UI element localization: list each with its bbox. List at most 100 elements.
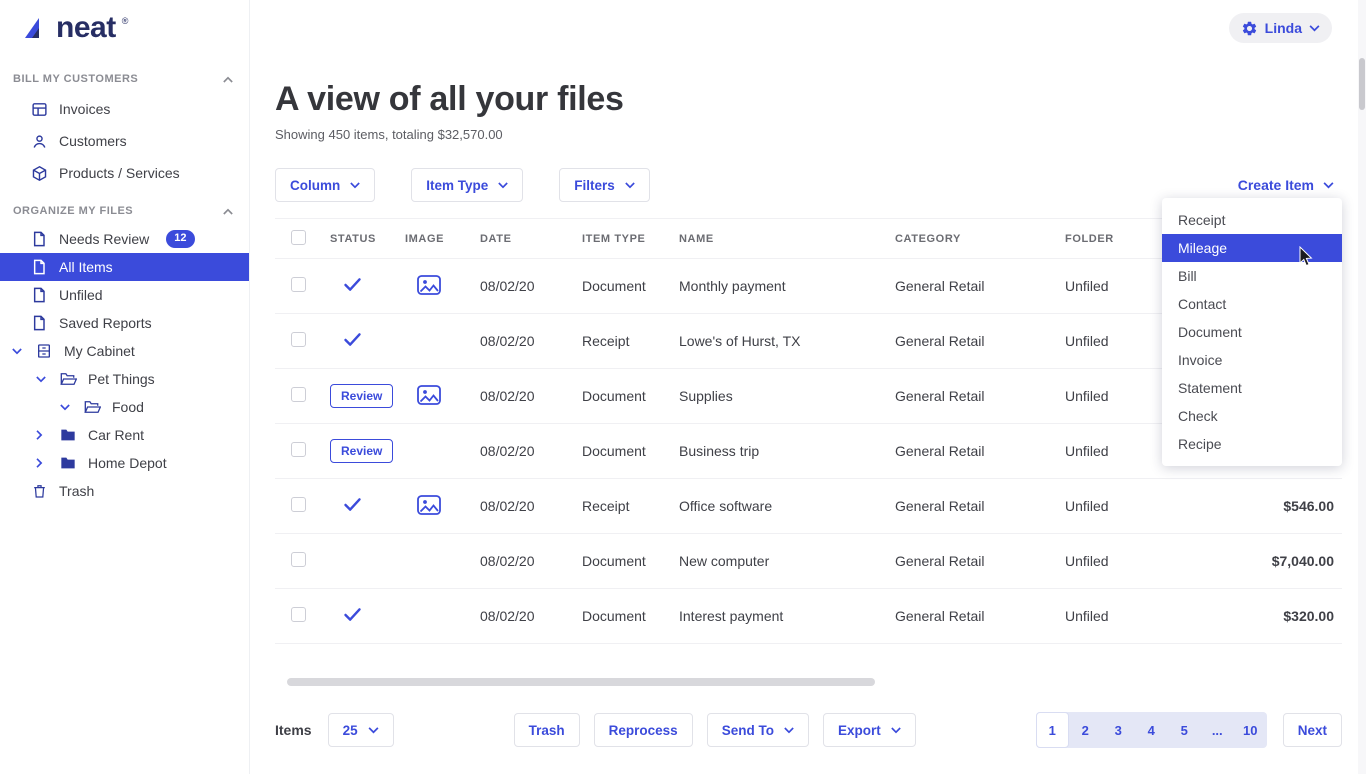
section-header-organize-my-files[interactable]: ORGANIZE MY FILES xyxy=(0,195,249,225)
item-type-cell: Document xyxy=(582,388,679,404)
pagination-ellipsis[interactable]: ... xyxy=(1201,712,1234,748)
page-button-4[interactable]: 4 xyxy=(1135,712,1168,748)
sidebar-item-food[interactable]: Food xyxy=(0,393,249,421)
sidebar-item-unfiled[interactable]: Unfiled xyxy=(0,281,249,309)
header-checkbox-cell xyxy=(275,230,330,248)
gear-icon xyxy=(1241,20,1258,37)
document-icon xyxy=(30,287,48,303)
sidebar-item-saved-reports[interactable]: Saved Reports xyxy=(0,309,249,337)
select-all-checkbox[interactable] xyxy=(291,230,306,245)
user-menu-button[interactable]: Linda xyxy=(1229,13,1332,43)
sidebar-item-all-items[interactable]: All Items xyxy=(0,253,249,281)
check-icon xyxy=(344,333,361,346)
menu-item-invoice[interactable]: Invoice xyxy=(1162,346,1342,374)
vertical-scrollbar[interactable] xyxy=(1358,0,1366,774)
menu-item-receipt[interactable]: Receipt xyxy=(1162,206,1342,234)
category-cell: General Retail xyxy=(895,278,1065,294)
sidebar-item-trash[interactable]: Trash xyxy=(0,477,249,505)
sidebar-item-invoices[interactable]: Invoices xyxy=(0,93,249,125)
sidebar-item-home-depot[interactable]: Home Depot xyxy=(0,449,249,477)
sidebar-item-label: Customers xyxy=(59,133,127,149)
row-checkbox[interactable] xyxy=(291,387,306,402)
row-checkbox[interactable] xyxy=(291,497,306,512)
vertical-scrollbar-thumb[interactable] xyxy=(1359,58,1365,110)
page-button-2[interactable]: 2 xyxy=(1069,712,1102,748)
menu-item-document[interactable]: Document xyxy=(1162,318,1342,346)
category-cell: General Retail xyxy=(895,498,1065,514)
chevron-down-icon xyxy=(891,727,901,734)
row-checkbox[interactable] xyxy=(291,552,306,567)
footer-bar: Items 25 TrashReprocessSend ToExport 123… xyxy=(275,712,1342,748)
sidebar-item-needs-review[interactable]: Needs Review12 xyxy=(0,225,249,253)
horizontal-scrollbar-thumb[interactable] xyxy=(287,678,875,686)
page-button-1[interactable]: 1 xyxy=(1036,712,1069,748)
next-page-button[interactable]: Next xyxy=(1283,713,1342,747)
sidebar-item-my-cabinet[interactable]: My Cabinet xyxy=(0,337,249,365)
column-header-item-type[interactable]: ITEM TYPE xyxy=(582,233,679,245)
send-to-button[interactable]: Send To xyxy=(707,713,809,747)
image-cell xyxy=(405,495,480,518)
column-button[interactable]: Column xyxy=(275,168,375,202)
status-cell xyxy=(330,333,405,349)
page-button-10[interactable]: 10 xyxy=(1234,712,1267,748)
section-label: BILL MY CUSTOMERS xyxy=(13,73,138,85)
menu-item-recipe[interactable]: Recipe xyxy=(1162,430,1342,458)
menu-item-statement[interactable]: Statement xyxy=(1162,374,1342,402)
sidebar-item-customers[interactable]: Customers xyxy=(0,125,249,157)
image-thumbnail-icon xyxy=(417,385,441,405)
chevron-right-icon xyxy=(36,430,48,440)
export-button[interactable]: Export xyxy=(823,713,916,747)
page-button-3[interactable]: 3 xyxy=(1102,712,1135,748)
menu-item-check[interactable]: Check xyxy=(1162,402,1342,430)
table-row[interactable]: 08/02/20ReceiptOffice softwareGeneral Re… xyxy=(275,479,1342,534)
topbar: Linda xyxy=(250,0,1358,56)
row-checkbox[interactable] xyxy=(291,442,306,457)
page-button-5[interactable]: 5 xyxy=(1168,712,1201,748)
person-icon xyxy=(30,133,48,150)
trash-button[interactable]: Trash xyxy=(514,713,580,747)
name-cell: New computer xyxy=(679,553,895,569)
page-size-value: 25 xyxy=(343,723,358,738)
sidebar-item-label: Needs Review xyxy=(59,231,149,247)
table-row[interactable]: 08/02/20DocumentNew computerGeneral Reta… xyxy=(275,534,1342,589)
column-header-name[interactable]: NAME xyxy=(679,233,895,245)
document-icon xyxy=(30,259,48,275)
menu-item-bill[interactable]: Bill xyxy=(1162,262,1342,290)
reprocess-button[interactable]: Reprocess xyxy=(594,713,693,747)
column-header-image[interactable]: IMAGE xyxy=(405,233,480,245)
date-cell: 08/02/20 xyxy=(480,498,582,514)
sidebar-item-products-services[interactable]: Products / Services xyxy=(0,157,249,189)
chevron-up-icon xyxy=(223,208,233,215)
table-row[interactable]: 08/02/20DocumentInterest paymentGeneral … xyxy=(275,589,1342,644)
row-checkbox[interactable] xyxy=(291,277,306,292)
item-type-button[interactable]: Item Type xyxy=(411,168,523,202)
sidebar-item-label: Car Rent xyxy=(88,427,144,443)
checkbox-cell xyxy=(275,332,330,350)
sidebar-item-label: Invoices xyxy=(59,101,110,117)
chevron-down-icon xyxy=(12,348,24,355)
folder-icon xyxy=(59,428,77,442)
checkbox-cell xyxy=(275,552,330,570)
row-checkbox[interactable] xyxy=(291,332,306,347)
row-checkbox[interactable] xyxy=(291,607,306,622)
sidebar-item-car-rent[interactable]: Car Rent xyxy=(0,421,249,449)
sidebar-section-bill-my-customers: BILL MY CUSTOMERS Invoices Customers Produc… xyxy=(0,63,249,189)
menu-item-mileage[interactable]: Mileage xyxy=(1162,234,1342,262)
name-cell: Interest payment xyxy=(679,608,895,624)
app-logo: neat ® xyxy=(0,0,249,57)
filters-button[interactable]: Filters xyxy=(559,168,650,202)
create-item-button[interactable]: Create Item xyxy=(1238,177,1342,193)
sidebar-item-pet-things[interactable]: Pet Things xyxy=(0,365,249,393)
column-header-status[interactable]: STATUS xyxy=(330,233,405,245)
menu-item-contact[interactable]: Contact xyxy=(1162,290,1342,318)
document-icon xyxy=(30,231,48,247)
sidebar-nav: BILL MY CUSTOMERS Invoices Customers Produc… xyxy=(0,63,249,505)
section-header-bill-my-customers[interactable]: BILL MY CUSTOMERS xyxy=(0,63,249,93)
page-size-select[interactable]: 25 xyxy=(328,713,394,747)
column-header-date[interactable]: DATE xyxy=(480,233,582,245)
review-badge: Review xyxy=(330,439,393,463)
status-cell: Review xyxy=(330,439,405,463)
column-header-category[interactable]: CATEGORY xyxy=(895,233,1065,245)
checkbox-cell xyxy=(275,607,330,625)
category-cell: General Retail xyxy=(895,443,1065,459)
